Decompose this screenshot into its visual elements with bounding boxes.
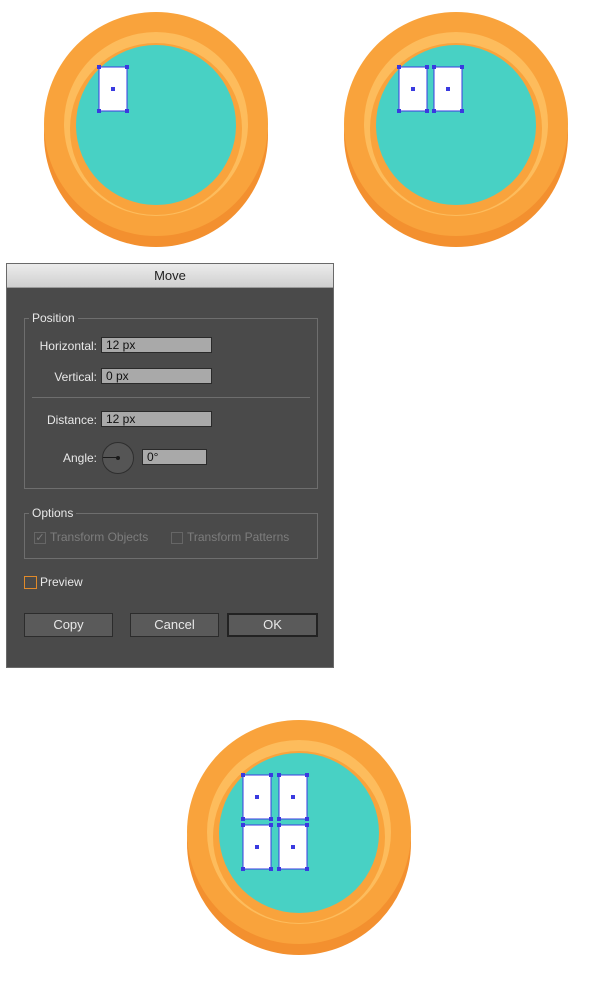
angle-dial[interactable] [102, 442, 134, 474]
transform-objects-checkbox[interactable]: ✓ [34, 532, 46, 544]
distance-label: Distance: [46, 413, 97, 427]
preview-checkbox[interactable] [24, 576, 37, 589]
angle-label: Angle: [62, 451, 97, 465]
selected-card[interactable] [97, 65, 129, 113]
angle-input[interactable]: 0° [142, 449, 207, 465]
angle-dial-center [116, 456, 120, 460]
selected-card[interactable] [277, 823, 309, 871]
selected-card[interactable] [432, 65, 464, 113]
cancel-button[interactable]: Cancel [130, 613, 219, 637]
horizontal-label: Horizontal: [39, 339, 97, 353]
copy-button[interactable]: Copy [24, 613, 113, 637]
transform-patterns-label: Transform Patterns [187, 530, 290, 544]
selected-card[interactable] [277, 773, 309, 821]
vertical-input[interactable]: 0 px [101, 368, 212, 384]
button-illustration-step-3 [187, 720, 411, 955]
position-group-label: Position [29, 311, 78, 325]
move-dialog: Move Position Horizontal: 12 px Vertical… [6, 263, 334, 668]
horizontal-input[interactable]: 12 px [101, 337, 212, 353]
transform-patterns-checkbox[interactable] [171, 532, 183, 544]
vertical-label: Vertical: [54, 370, 97, 384]
dialog-title: Move [7, 264, 333, 288]
button-illustration-step-1 [44, 12, 268, 247]
options-group-label: Options [29, 506, 77, 520]
divider [32, 397, 310, 398]
preview-label: Preview [40, 575, 83, 589]
button-illustration-step-2 [344, 12, 568, 247]
selected-card[interactable] [241, 823, 273, 871]
selected-card[interactable] [397, 65, 429, 113]
selected-card[interactable] [241, 773, 273, 821]
ok-button[interactable]: OK [227, 613, 318, 637]
transform-objects-label: Transform Objects [50, 530, 149, 544]
distance-input[interactable]: 12 px [101, 411, 212, 427]
